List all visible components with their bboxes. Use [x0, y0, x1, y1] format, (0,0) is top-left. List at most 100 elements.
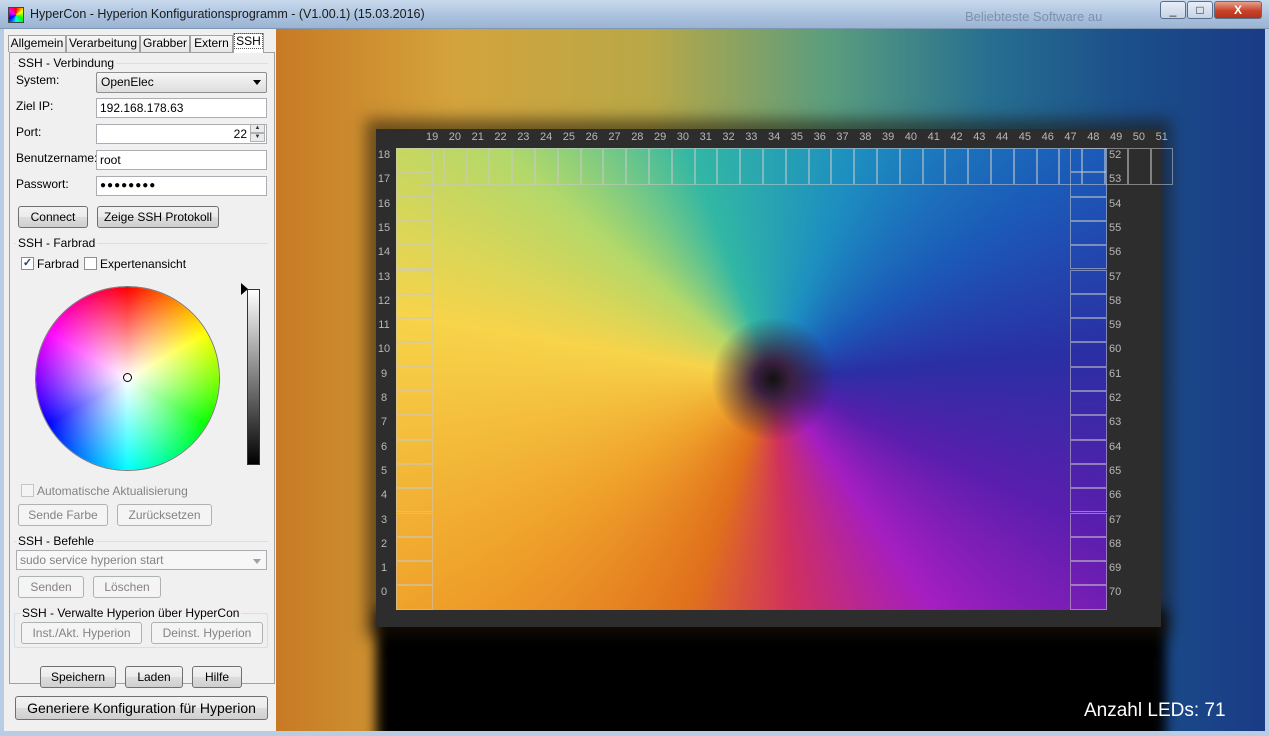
title-bar: HyperCon - Hyperion Konfigurationsprogra… — [0, 0, 1269, 29]
led-number-top: 43 — [973, 131, 986, 143]
led-zone-top — [443, 148, 467, 185]
led-zone-right — [1070, 172, 1107, 197]
led-number-top: 21 — [471, 131, 484, 143]
led-number-right: 66 — [1109, 489, 1122, 502]
minimize-button[interactable]: _ — [1160, 1, 1186, 19]
auto-update-label: Automatische Aktualisierung — [37, 484, 188, 498]
led-number-top: 19 — [426, 131, 439, 143]
save-button[interactable]: Speichern — [40, 666, 116, 688]
led-zone-left — [396, 391, 433, 416]
send-color-button[interactable]: Sende Farbe — [18, 504, 108, 526]
port-value: 22 — [233, 127, 247, 141]
led-zone-top — [694, 148, 718, 185]
delete-command-button[interactable]: Löschen — [93, 576, 161, 598]
colorwheel-checkbox[interactable]: ✓ — [21, 257, 34, 270]
password-label: Passwort: — [16, 177, 69, 191]
username-input[interactable]: root — [96, 150, 267, 170]
spin-down-icon[interactable]: ▼ — [250, 133, 265, 142]
colorwheel-checkbox-label: Farbrad — [37, 257, 80, 271]
password-input[interactable]: ●●●●●●●● — [96, 176, 267, 196]
led-zone-top — [945, 148, 969, 185]
led-zone-right — [1070, 342, 1107, 367]
install-hyperion-button[interactable]: Inst./Akt. Hyperion — [21, 622, 142, 644]
led-number-left: 0 — [380, 586, 388, 599]
auto-update-checkbox[interactable] — [21, 484, 34, 497]
led-number-right: 54 — [1109, 197, 1122, 210]
led-number-right: 52 — [1109, 149, 1122, 161]
led-number-left: 6 — [380, 440, 388, 453]
led-zone-left — [396, 536, 433, 562]
command-select-value: sudo service hyperion start — [20, 553, 164, 567]
uninstall-hyperion-button[interactable]: Deinst. Hyperion — [151, 622, 263, 644]
led-zone-left — [396, 196, 433, 221]
command-select[interactable]: sudo service hyperion start — [16, 550, 267, 570]
tab-extern[interactable]: Extern — [190, 35, 233, 52]
led-number-top: 28 — [631, 131, 644, 143]
led-zone-top — [1036, 148, 1060, 185]
tab-grabber[interactable]: Grabber — [140, 35, 190, 52]
color-wheel-marker[interactable] — [123, 373, 132, 382]
brightness-slider[interactable] — [247, 289, 260, 465]
system-select[interactable]: OpenElec — [96, 72, 267, 93]
led-zone-left — [396, 561, 433, 586]
port-spinner[interactable]: ▲ ▼ — [250, 125, 265, 143]
led-zone-right — [1070, 415, 1107, 440]
led-zone-top — [1013, 148, 1037, 185]
load-button[interactable]: Laden — [125, 666, 183, 688]
led-zone-right — [1070, 220, 1107, 246]
tab-ssh[interactable]: SSH — [233, 33, 264, 53]
connect-button[interactable]: Connect — [18, 206, 88, 228]
help-button[interactable]: Hilfe — [192, 666, 242, 688]
led-number-top: 41 — [927, 131, 940, 143]
led-number-top: 46 — [1041, 131, 1054, 143]
led-number-top: 32 — [722, 131, 735, 143]
background-window-text: Beliebteste Software au — [965, 9, 1103, 24]
led-count-label: Anzahl LEDs: 71 — [1084, 700, 1226, 721]
led-number-top: 30 — [676, 131, 690, 143]
led-zone-right — [1070, 318, 1107, 343]
tab-verarbeitung[interactable]: Verarbeitung — [66, 35, 140, 52]
expert-view-checkbox[interactable] — [84, 257, 97, 270]
ssh-colorwheel-group-title: SSH - Farbrad — [16, 236, 98, 250]
app-icon — [8, 7, 24, 23]
show-ssh-log-button[interactable]: Zeige SSH Protokoll — [97, 206, 219, 228]
generate-config-button[interactable]: Generiere Konfiguration für Hyperion — [15, 696, 268, 720]
led-number-left: 18 — [377, 149, 391, 161]
send-command-button[interactable]: Senden — [18, 576, 84, 598]
led-zone-top — [535, 148, 558, 185]
tab-allgemein[interactable]: Allgemein — [8, 35, 66, 52]
led-preview: 19 20 21 22 23 24 25 26 27 28 29 30 31 32 33 34 35 36 37 38… — [276, 29, 1265, 731]
port-input[interactable]: 22 ▲ ▼ — [96, 124, 267, 144]
led-zone-left — [396, 488, 433, 513]
led-zone-left — [396, 439, 433, 464]
system-label: System: — [16, 73, 60, 87]
led-zone-top — [626, 148, 649, 185]
led-number-left: 12 — [377, 294, 391, 307]
chevron-down-icon — [253, 559, 261, 564]
led-zone-top — [922, 148, 946, 185]
led-number-top: 51 — [1155, 131, 1168, 143]
maximize-button[interactable]: □ — [1187, 1, 1213, 19]
ip-input[interactable]: 192.168.178.63 — [96, 98, 267, 118]
led-number-left: 14 — [377, 246, 391, 259]
led-zone-right — [1070, 148, 1107, 173]
spin-up-icon[interactable]: ▲ — [250, 125, 265, 133]
led-number-right: 67 — [1109, 513, 1122, 526]
led-number-top: 39 — [882, 131, 895, 143]
led-zone-left — [396, 366, 433, 391]
reset-button[interactable]: Zurücksetzen — [117, 504, 212, 526]
led-number-right: 69 — [1109, 562, 1122, 575]
led-zone-top — [1127, 148, 1151, 185]
led-number-left: 5 — [380, 464, 388, 477]
led-zone-top — [991, 148, 1014, 185]
close-button[interactable]: X — [1214, 1, 1262, 19]
led-zone-top — [831, 148, 855, 185]
led-number-top: 31 — [699, 131, 712, 143]
led-number-left: 1 — [380, 562, 388, 575]
led-number-top: 26 — [585, 131, 598, 143]
led-number-left: 15 — [377, 221, 391, 234]
led-zone-top — [968, 148, 991, 185]
led-zone-left — [396, 148, 433, 173]
led-number-right: 68 — [1109, 537, 1122, 550]
brightness-slider-handle[interactable] — [241, 283, 248, 295]
